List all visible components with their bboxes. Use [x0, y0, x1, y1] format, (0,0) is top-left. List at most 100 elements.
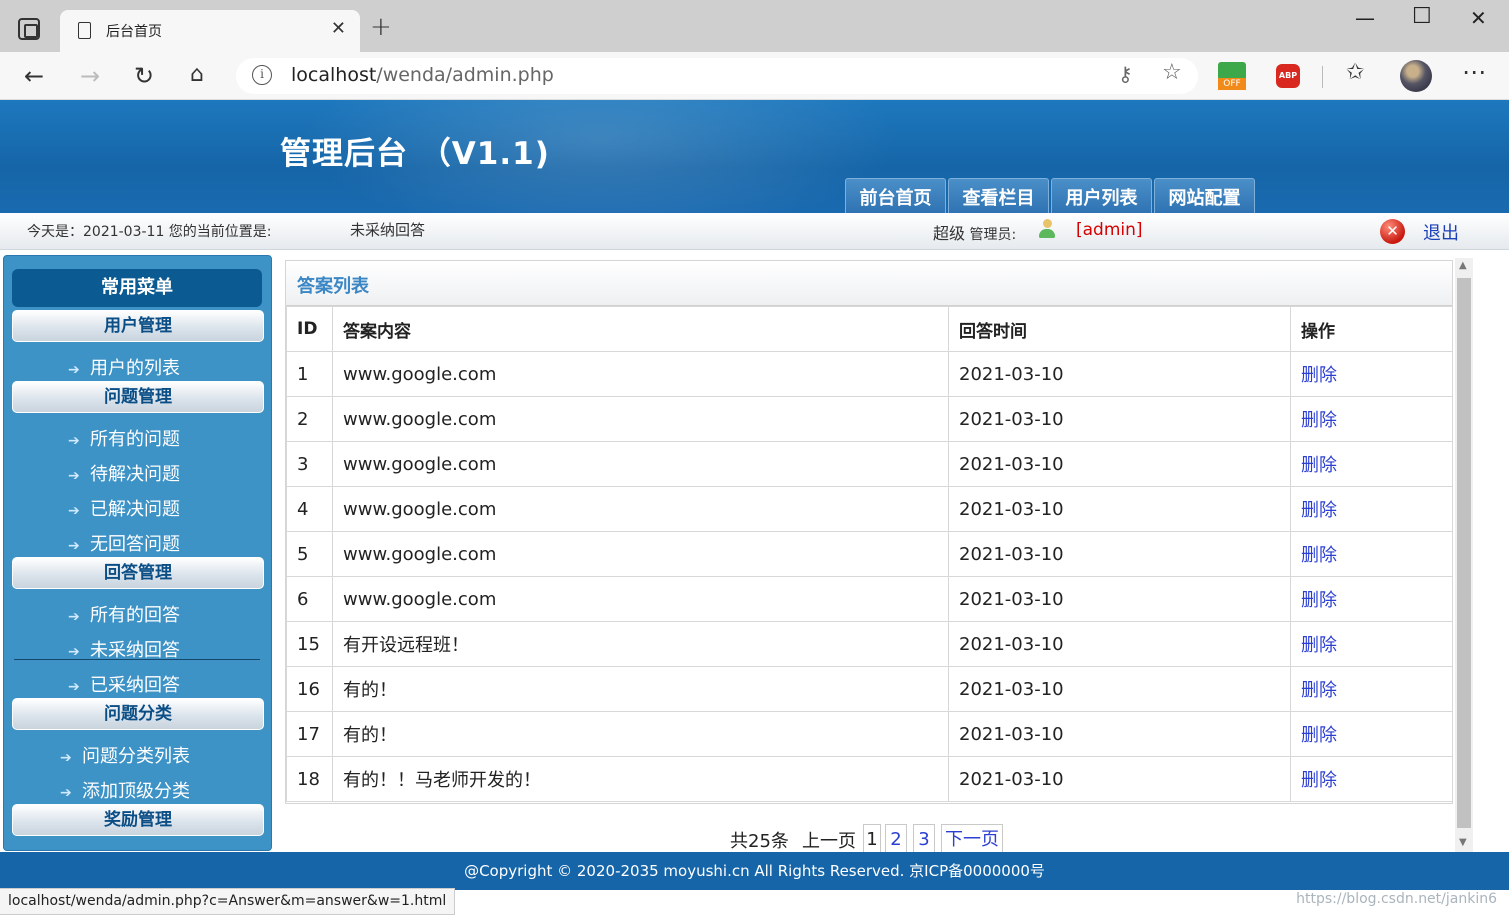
page-scrollbar[interactable]: ▲ ▼	[1455, 258, 1473, 852]
arrow-icon: ➔	[68, 679, 80, 695]
sidebar-item-label: 用户的列表	[90, 358, 180, 379]
arrow-icon: ➔	[68, 433, 80, 449]
prev-page[interactable]: 上一页	[802, 827, 856, 853]
scroll-up-icon[interactable]: ▲	[1459, 260, 1467, 271]
logout-link[interactable]: 退出	[1423, 219, 1459, 245]
answer-table: ID 答案内容 回答时间 操作 1 www.google.com 2021-03-1…	[286, 306, 1453, 802]
table-row: 6 www.google.com 2021-03-10 删除	[286, 576, 1453, 622]
sidebar-item-solved-questions[interactable]: ➔ 已解决问题	[68, 495, 180, 521]
column-header-action: 操作	[1290, 306, 1453, 352]
sidebar-item-label: 待解决问题	[90, 464, 180, 485]
delete-link[interactable]: 删除	[1290, 531, 1453, 577]
sidebar-item-label: 添加顶级分类	[82, 781, 190, 802]
sidebar-group-users[interactable]: 用户管理	[12, 310, 264, 342]
current-location: 未采纳回答	[350, 221, 426, 239]
maximize-icon[interactable]: ☐	[1412, 4, 1432, 29]
table-row: 4 www.google.com 2021-03-10 删除	[286, 486, 1453, 532]
minimize-icon[interactable]: —	[1355, 6, 1375, 30]
delete-link[interactable]: 删除	[1290, 756, 1453, 802]
sidebar-group-rewards[interactable]: 奖励管理	[12, 804, 264, 836]
scroll-down-icon[interactable]: ▼	[1459, 837, 1467, 848]
table-row: 3 www.google.com 2021-03-10 删除	[286, 441, 1453, 487]
add-favorite-icon[interactable]: ☆	[1162, 60, 1182, 85]
new-tab-icon[interactable]: +	[370, 12, 392, 42]
profile-avatar[interactable]	[1400, 60, 1432, 92]
sidebar-item-all-questions[interactable]: ➔ 所有的问题	[68, 425, 180, 451]
forward-icon[interactable]: →	[80, 62, 100, 90]
refresh-icon[interactable]: ↻	[134, 62, 154, 90]
window-close-icon[interactable]: ✕	[1470, 6, 1487, 30]
sidebar-item-all-answers[interactable]: ➔ 所有的回答	[68, 601, 180, 627]
page-1[interactable]: 1	[863, 824, 881, 854]
close-tab-icon[interactable]: ✕	[331, 18, 346, 39]
next-page[interactable]: 下一页	[941, 824, 1003, 854]
adblock-icon[interactable]: ABP	[1276, 64, 1300, 88]
cell-time: 2021-03-10	[948, 531, 1291, 577]
nav-tab-columns[interactable]: 查看栏目	[948, 178, 1049, 213]
sidebar-item-pending-questions[interactable]: ➔ 待解决问题	[68, 460, 180, 486]
cell-id: 15	[286, 621, 333, 667]
page-3[interactable]: 3	[913, 824, 935, 854]
back-icon[interactable]: ←	[24, 62, 44, 90]
sidebar-item-user-list[interactable]: ➔ 用户的列表	[68, 354, 180, 380]
delete-link[interactable]: 删除	[1290, 486, 1453, 532]
sidebar-group-answers[interactable]: 回答管理	[12, 557, 264, 589]
user-role: 超级 管理员:	[933, 220, 1016, 244]
more-menu-icon[interactable]: ⋯	[1462, 58, 1486, 86]
cell-content: www.google.com	[332, 531, 949, 577]
cell-id: 16	[286, 666, 333, 712]
panel-header: 答案列表	[286, 261, 1452, 306]
answer-list-panel: 答案列表 ID 答案内容 回答时间 操作 1 www.google.com 2021…	[285, 260, 1453, 804]
sidebar-item-label: 已解决问题	[90, 499, 180, 520]
browser-tab[interactable]: 后台首页 ✕	[60, 10, 360, 52]
cell-id: 6	[286, 576, 333, 622]
sidebar-item-adopted-answers[interactable]: ➔ 已采纳回答	[68, 671, 180, 697]
cell-content: 有开设远程班！	[332, 621, 949, 667]
address-bar[interactable]: i localhost/wenda/admin.php ⚷ ☆	[236, 58, 1198, 94]
url-path: /wenda/admin.php	[376, 64, 554, 86]
arrow-icon: ➔	[68, 468, 80, 484]
nav-tab-config[interactable]: 网站配置	[1154, 178, 1255, 213]
cell-content: www.google.com	[332, 486, 949, 532]
page-2[interactable]: 2	[885, 824, 907, 854]
cell-time: 2021-03-10	[948, 441, 1291, 487]
cell-content: 有的！！马老师开发的！	[332, 756, 949, 802]
table-row: 15 有开设远程班！ 2021-03-10 删除	[286, 621, 1453, 667]
arrow-icon: ➔	[68, 538, 80, 554]
sidebar-item-category-list[interactable]: ➔ 问题分类列表	[60, 742, 190, 768]
nav-tab-home[interactable]: 前台首页	[845, 178, 946, 213]
site-info-icon[interactable]: i	[252, 65, 272, 85]
site-title: 管理后台 （V1.1)	[280, 136, 550, 172]
sidebar-item-add-category[interactable]: ➔ 添加顶级分类	[60, 777, 190, 803]
scroll-thumb[interactable]	[1457, 278, 1471, 828]
url-text[interactable]: localhost/wenda/admin.php	[291, 64, 554, 86]
key-icon[interactable]: ⚷	[1118, 62, 1133, 86]
delete-link[interactable]: 删除	[1290, 621, 1453, 667]
sidebar-group-questions[interactable]: 问题管理	[12, 381, 264, 413]
tab-actions-icon[interactable]	[18, 18, 40, 40]
status-bar: 今天是：2021-03-11 您的当前位置是: 未采纳回答 超级 管理员: [a…	[0, 213, 1509, 250]
column-header-time: 回答时间	[948, 306, 1291, 352]
sidebar-group-categories[interactable]: 问题分类	[12, 698, 264, 730]
home-icon[interactable]: ⌂	[190, 62, 204, 87]
cell-time: 2021-03-10	[948, 666, 1291, 712]
arrow-icon: ➔	[68, 609, 80, 625]
delete-link[interactable]: 删除	[1290, 396, 1453, 442]
nav-tab-users[interactable]: 用户列表	[1051, 178, 1152, 213]
delete-link[interactable]: 删除	[1290, 711, 1453, 757]
sidebar-item-unanswered-questions[interactable]: ➔ 无回答问题	[68, 530, 180, 556]
cell-id: 17	[286, 711, 333, 757]
favorites-icon[interactable]: ✩	[1346, 60, 1364, 85]
cell-time: 2021-03-10	[948, 711, 1291, 757]
table-row: 1 www.google.com 2021-03-10 删除	[286, 351, 1453, 397]
extension-off-icon[interactable]: OFF	[1218, 62, 1246, 90]
delete-link[interactable]: 删除	[1290, 351, 1453, 397]
logout-icon[interactable]: ✕	[1380, 219, 1405, 244]
delete-link[interactable]: 删除	[1290, 576, 1453, 622]
link-status-url: localhost/wenda/admin.php?c=Answer&m=ans…	[0, 888, 456, 915]
delete-link[interactable]: 删除	[1290, 666, 1453, 712]
sidebar-heading: 常用菜单	[12, 269, 262, 307]
cell-time: 2021-03-10	[948, 351, 1291, 397]
user-icon	[1038, 219, 1056, 239]
delete-link[interactable]: 删除	[1290, 441, 1453, 487]
